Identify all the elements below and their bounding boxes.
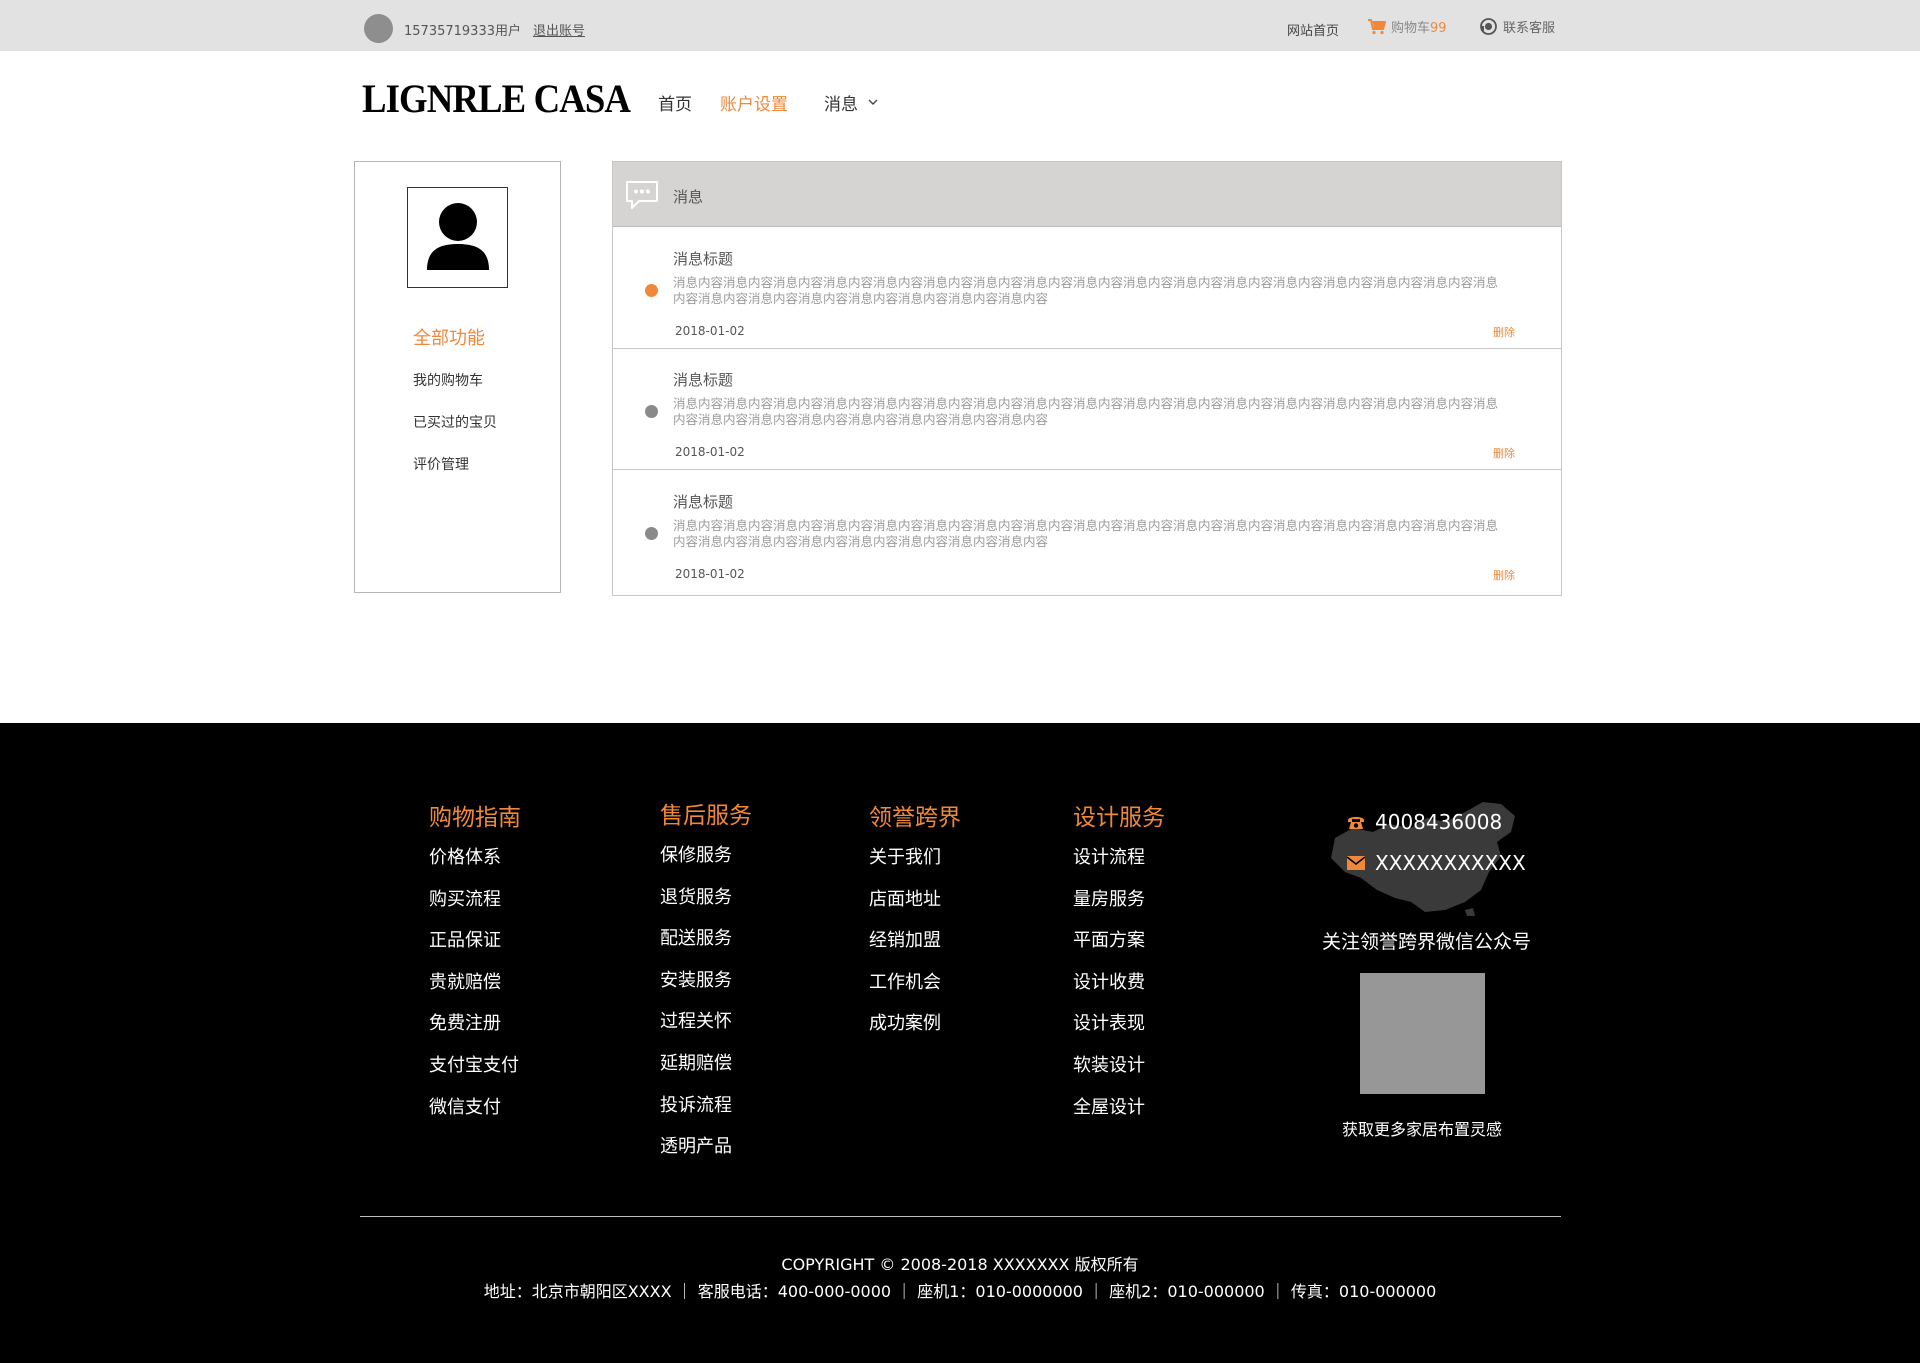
footer-link[interactable]: 量房服务 [1073,885,1165,927]
sidebar-item-purchased[interactable]: 已买过的宝贝 [413,412,497,432]
footer-column-after-sales: 售后服务 保修服务 退货服务 配送服务 安装服务 过程关怀 延期赔偿 投诉流程 … [660,796,752,1174]
footer-column-heading: 领誉跨界 [869,805,961,831]
footer-link[interactable]: 关于我们 [869,843,961,885]
logout-link[interactable]: 退出账号 [533,20,585,39]
all-functions-heading: 全部功能 [413,328,485,349]
footer-link[interactable]: 平面方案 [1073,926,1165,968]
phone-number: 4008436008 [1375,810,1503,834]
headset-icon [1480,18,1497,35]
footer-link[interactable]: 成功案例 [869,1009,961,1051]
message-date: 2018-01-02 [675,324,745,338]
footer-column-heading: 购物指南 [429,805,521,831]
customer-service-link[interactable]: 联系客服 [1480,17,1555,36]
cart-icon [1368,18,1386,34]
read-indicator [645,527,658,540]
footer-link[interactable]: 正品保证 [429,926,521,968]
footer-link[interactable]: 工作机会 [869,968,961,1010]
footer-link[interactable]: 价格体系 [429,843,521,885]
message-item[interactable]: 消息标题 消息内容消息内容消息内容消息内容消息内容消息内容消息内容消息内容消息内… [613,228,1561,349]
footer-link[interactable]: 免费注册 [429,1009,521,1051]
panel-title: 消息 [673,188,704,206]
site-home-link[interactable]: 网站首页 [1287,20,1339,39]
avatar[interactable] [364,14,393,43]
message-date: 2018-01-02 [675,567,745,581]
cart-count: 99 [1430,21,1447,36]
footer-link[interactable]: 设计表现 [1073,1009,1165,1051]
footer-link[interactable]: 设计流程 [1073,843,1165,885]
footer-column-shopping-guide: 购物指南 价格体系 购买流程 正品保证 贵就赔偿 免费注册 支付宝支付 微信支付 [429,798,521,1134]
footer-link[interactable]: 店面地址 [869,885,961,927]
footer-link[interactable]: 微信支付 [429,1093,521,1135]
footer-link[interactable]: 全屋设计 [1073,1093,1165,1135]
message-date: 2018-01-02 [675,445,745,459]
footer-link[interactable]: 延期赔偿 [660,1049,752,1091]
messages-panel: 消息 消息标题 消息内容消息内容消息内容消息内容消息内容消息内容消息内容消息内容… [612,161,1562,596]
username: 15735719333用户 [404,24,521,39]
delete-button[interactable]: 删除 [1493,324,1515,340]
nav-messages-label: 消息 [824,95,858,115]
footer-link[interactable]: 经销加盟 [869,926,961,968]
nav-account-settings[interactable]: 账户设置 [720,90,788,115]
message-title: 消息标题 [673,371,734,389]
delete-button[interactable]: 删除 [1493,445,1515,461]
sidebar-item-reviews[interactable]: 评价管理 [413,454,469,474]
customer-service-label: 联系客服 [1503,21,1556,36]
footer-column-heading: 售后服务 [660,803,752,829]
footer-link[interactable]: 透明产品 [660,1132,752,1174]
nav-messages[interactable]: 消息 [824,90,878,115]
phone-icon [1348,817,1364,829]
footer-link[interactable]: 购买流程 [429,885,521,927]
footer-link[interactable]: 退货服务 [660,883,752,925]
message-title: 消息标题 [673,493,734,511]
footer-link[interactable]: 设计收费 [1073,968,1165,1010]
footer-column-about: 领誉跨界 关于我们 店面地址 经销加盟 工作机会 成功案例 [869,798,961,1051]
wechat-qr-code [1360,973,1485,1094]
profile-photo[interactable] [407,187,508,288]
inspiration-text: 获取更多家居布置灵感 [1342,1120,1503,1139]
mail-icon [1347,856,1365,870]
footer-column-heading: 设计服务 [1073,805,1165,831]
site-footer: 购物指南 价格体系 购买流程 正品保证 贵就赔偿 免费注册 支付宝支付 微信支付… [0,723,1920,1363]
read-indicator [645,405,658,418]
copyright: COPYRIGHT © 2008-2018 XXXXXXX 版权所有 [781,1255,1139,1274]
account-sidebar: 全部功能 我的购物车 已买过的宝贝 评价管理 [354,161,561,593]
sidebar-item-cart[interactable]: 我的购物车 [413,370,483,390]
cart-link[interactable]: 购物车99 [1368,17,1447,36]
user-icon [427,203,489,270]
chat-bubble-icon [626,181,658,209]
footer-link[interactable]: 贵就赔偿 [429,968,521,1010]
footer-link[interactable]: 配送服务 [660,924,752,966]
footer-link[interactable]: 过程关怀 [660,1007,752,1049]
message-item[interactable]: 消息标题 消息内容消息内容消息内容消息内容消息内容消息内容消息内容消息内容消息内… [613,349,1561,470]
email-row: XXXXXXXXXXX [1347,851,1526,875]
panel-header: 消息 [613,162,1561,227]
phone-row: 4008436008 [1347,810,1502,834]
footer-link[interactable]: 支付宝支付 [429,1051,521,1093]
message-body: 消息内容消息内容消息内容消息内容消息内容消息内容消息内容消息内容消息内容消息内容… [673,275,1499,306]
footer-link[interactable]: 安装服务 [660,966,752,1008]
top-bar: 15735719333用户 退出账号 网站首页 购物车99 联系客服 [0,0,1920,51]
company-address: 地址：北京市朝阳区XXXX ｜ 客服电话：400-000-0000 ｜ 座机1：… [483,1282,1437,1301]
chevron-down-icon [868,99,878,105]
cart-label: 购物车 [1391,21,1431,36]
contact-block: 4008436008 XXXXXXXXXXX [1315,798,1565,918]
footer-link[interactable]: 保修服务 [660,841,752,883]
delete-button[interactable]: 删除 [1493,567,1515,583]
brand-logo[interactable]: LIGNRLE CASA [362,75,631,123]
message-body: 消息内容消息内容消息内容消息内容消息内容消息内容消息内容消息内容消息内容消息内容… [673,518,1499,549]
unread-indicator [645,284,658,297]
footer-link[interactable]: 投诉流程 [660,1091,752,1133]
email-address: XXXXXXXXXXX [1375,851,1526,875]
message-title: 消息标题 [673,250,734,268]
footer-column-design-services: 设计服务 设计流程 量房服务 平面方案 设计收费 设计表现 软装设计 全屋设计 [1073,798,1165,1134]
nav-home[interactable]: 首页 [658,90,692,115]
footer-divider [360,1216,1561,1217]
message-body: 消息内容消息内容消息内容消息内容消息内容消息内容消息内容消息内容消息内容消息内容… [673,396,1499,427]
footer-link[interactable]: 软装设计 [1073,1051,1165,1093]
wechat-follow-text: 关注领誉跨界微信公众号 [1322,931,1532,953]
message-item[interactable]: 消息标题 消息内容消息内容消息内容消息内容消息内容消息内容消息内容消息内容消息内… [613,471,1561,592]
